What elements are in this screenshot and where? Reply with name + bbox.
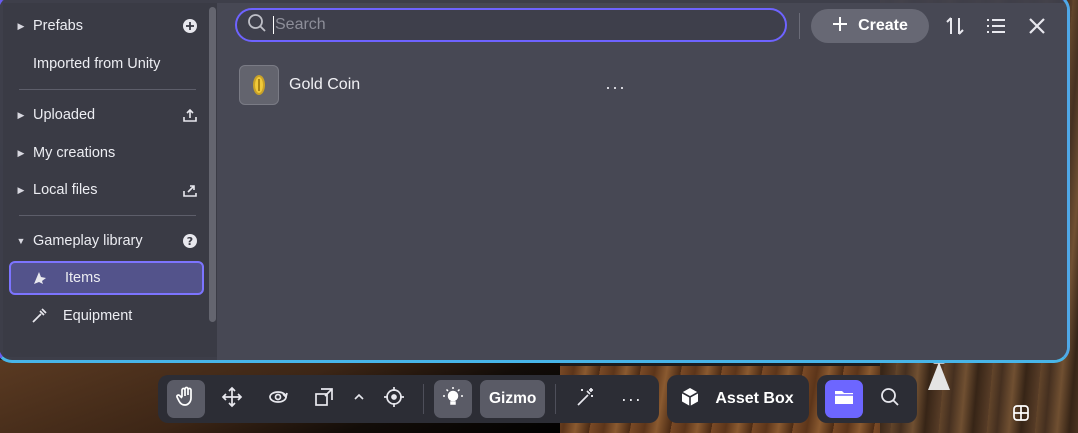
sidebar-item-label: Prefabs	[33, 18, 83, 34]
sidebar-scrollbar[interactable]	[209, 7, 216, 322]
global-search-button[interactable]	[871, 380, 909, 418]
scale-icon	[313, 386, 335, 413]
toolbar-divider	[423, 384, 424, 414]
text-cursor	[273, 16, 274, 34]
sidebar-item-label: Uploaded	[33, 107, 96, 123]
more-options-icon[interactable]: ···	[605, 77, 626, 98]
rotate-tool-button[interactable]	[259, 380, 297, 418]
browser-tools	[816, 375, 917, 423]
rotate-icon	[267, 386, 289, 413]
caret-right-icon: ▶	[17, 184, 25, 195]
search-input[interactable]	[275, 16, 675, 34]
sidebar-item-label: My creations	[33, 145, 116, 161]
folder-icon	[833, 387, 855, 412]
sidebar-item-label: Gameplay library	[33, 233, 143, 249]
sidebar-divider	[19, 215, 196, 216]
local-upload-icon[interactable]	[176, 182, 204, 198]
asset-box-button[interactable]: Asset Box	[667, 375, 809, 423]
upload-icon[interactable]	[176, 107, 204, 123]
chevron-up-icon	[353, 390, 365, 408]
close-icon[interactable]	[1023, 12, 1051, 40]
pivot-icon	[383, 386, 405, 413]
gizmo-toggle-button[interactable]: Gizmo	[480, 380, 546, 418]
grid-icon[interactable]	[1012, 404, 1030, 422]
sidebar-item-label: Equipment	[63, 308, 133, 324]
magic-wand-icon	[574, 386, 596, 413]
asset-browser-panel: ▶ Prefabs Imported from Unity ▶ Uploaded…	[0, 0, 1070, 363]
sidebar-item-label: Imported from Unity	[33, 56, 161, 72]
asset-sidebar: ▶ Prefabs Imported from Unity ▶ Uploaded…	[3, 3, 217, 357]
more-icon: ···	[620, 388, 642, 409]
create-label: Create	[858, 17, 908, 34]
search-field[interactable]	[235, 8, 787, 42]
add-circle-icon[interactable]	[176, 18, 204, 34]
asset-item[interactable]: Gold Coin	[239, 65, 639, 105]
bottom-toolbar: Gizmo ··· Asset Box	[158, 375, 917, 423]
toolbar-divider	[555, 384, 557, 414]
magic-tool-button[interactable]	[566, 380, 604, 418]
sidebar-item-uploaded[interactable]: ▶ Uploaded	[9, 98, 204, 132]
sidebar-item-prefabs[interactable]: ▶ Prefabs	[9, 9, 204, 43]
search-icon	[880, 387, 900, 412]
lighting-button[interactable]	[434, 380, 472, 418]
sidebar-item-label: Local files	[33, 182, 98, 198]
sidebar-item-label: Items	[65, 270, 101, 286]
light-icon	[442, 386, 464, 413]
hand-tool-button[interactable]	[167, 380, 205, 418]
items-icon	[27, 270, 51, 286]
transform-tools: Gizmo ···	[158, 375, 660, 423]
pivot-tool-button[interactable]	[375, 380, 413, 418]
sidebar-item-imported-from-unity[interactable]: Imported from Unity	[9, 47, 204, 81]
toolbar-divider	[799, 13, 800, 39]
caret-right-icon: ▶	[17, 20, 25, 31]
move-icon	[221, 386, 243, 413]
scale-tool-button[interactable]	[305, 380, 343, 418]
asset-box-label: Asset Box	[715, 390, 794, 407]
equipment-icon	[27, 308, 51, 324]
cube-icon	[679, 386, 701, 413]
caret-down-icon: ▼	[16, 236, 26, 246]
gold-coin-icon	[239, 65, 279, 105]
sidebar-item-my-creations[interactable]: ▶ My creations	[9, 136, 204, 170]
create-button[interactable]: Create	[811, 9, 929, 43]
help-icon[interactable]: ?	[176, 233, 204, 249]
sidebar-item-equipment[interactable]: Equipment	[9, 299, 204, 333]
tool-options-button[interactable]	[349, 380, 369, 418]
hand-icon	[175, 386, 197, 413]
move-tool-button[interactable]	[213, 380, 251, 418]
sidebar-item-gameplay-library[interactable]: ▼ Gameplay library ?	[9, 224, 204, 258]
list-view-icon[interactable]	[982, 12, 1010, 40]
more-tools-button[interactable]: ···	[612, 380, 650, 418]
asset-content-area: Create Gold Coin ··· y x	[217, 3, 1067, 360]
folder-button[interactable]	[824, 380, 863, 418]
caret-right-icon: ▶	[17, 147, 25, 158]
asset-name: Gold Coin	[289, 76, 361, 93]
sort-icon[interactable]	[941, 12, 969, 40]
cone-object	[928, 362, 950, 390]
svg-text:?: ?	[187, 235, 193, 248]
sidebar-item-items[interactable]: Items	[9, 261, 204, 295]
search-icon	[247, 13, 267, 38]
sidebar-item-local-files[interactable]: ▶ Local files	[9, 173, 204, 207]
plus-icon	[832, 16, 848, 37]
sidebar-divider	[19, 89, 196, 90]
caret-right-icon: ▶	[17, 109, 25, 120]
